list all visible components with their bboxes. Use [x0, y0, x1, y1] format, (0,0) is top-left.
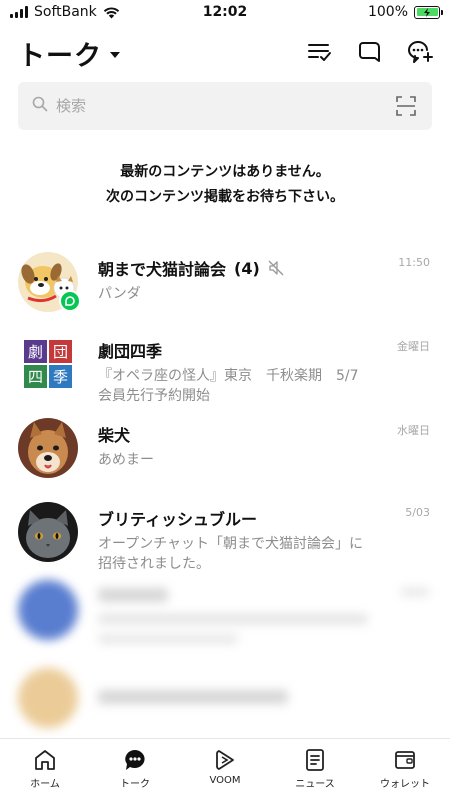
logo-char-1: 劇 [24, 340, 47, 363]
search-bar[interactable] [18, 82, 432, 130]
notice-line-1: 最新のコンテンツはありません。 [120, 164, 330, 180]
chat-title: 劇団四季 [98, 342, 163, 361]
shiba-photo-icon [18, 418, 78, 478]
tab-home[interactable]: ホーム [0, 739, 90, 800]
blurred-message-bar [98, 614, 368, 624]
cat-photo-icon [18, 502, 78, 562]
last-message: パンダ [98, 286, 141, 302]
chat-item[interactable]: ブリティッシュブルー オープンチャット「朝まで犬猫討論会」に 招待されました。 … [0, 502, 450, 592]
page-title: トーク [18, 41, 102, 72]
theater-logo: 劇 団 四 季 [24, 340, 72, 388]
header-actions [306, 38, 434, 66]
timestamp: 5/03 [405, 506, 430, 519]
charging-bolt-icon [424, 7, 430, 17]
tab-talk[interactable]: トーク [90, 739, 180, 800]
chat-item[interactable]: 柴犬 あめまー 水曜日 [0, 418, 450, 508]
chat-name: 柴犬 [98, 422, 130, 446]
last-message: あめまー [98, 452, 154, 468]
member-count: (4) [234, 258, 260, 278]
avatar [18, 502, 78, 562]
notice-line-2: 次のコンテンツ掲載をお待ち下さい。 [106, 189, 344, 205]
logo-char-4: 季 [49, 365, 72, 388]
new-chat-icon[interactable] [356, 38, 384, 66]
wallet-icon [395, 751, 415, 769]
logo-char-2: 団 [49, 340, 72, 363]
chat-item[interactable]: 朝まで犬猫討論会 (4) パンダ 11:50 [0, 252, 450, 342]
chat-title: 柴犬 [98, 426, 131, 445]
chat-item[interactable]: 劇 団 四 季 劇団四季 『オペラ座の怪人』東京 千秋楽期 5/7 会員先行予約… [0, 334, 450, 424]
mute-icon [268, 260, 284, 276]
qr-scan-icon[interactable] [396, 96, 416, 116]
battery-icon [414, 5, 443, 19]
news-icon [306, 749, 324, 771]
header: トーク [0, 28, 450, 74]
last-message: オープンチャット「朝まで犬猫討論会」に 招待されました。 [98, 536, 364, 572]
chat-name: 劇団四季 [98, 338, 162, 362]
status-right: 100% [367, 4, 443, 20]
blurred-time-bar [400, 588, 430, 596]
empty-content-notice: 最新のコンテンツはありません。 次のコンテンツ掲載をお待ち下さい。 [0, 160, 450, 210]
timestamp: 金曜日 [397, 340, 430, 353]
caret-down-icon [110, 52, 120, 58]
tab-label: ホーム [30, 779, 60, 790]
chat-title: 朝まで犬猫討論会 [98, 260, 227, 279]
tab-wallet[interactable]: ウォレット [360, 739, 450, 800]
battery-percent: 100% [367, 4, 408, 20]
search-input[interactable] [56, 92, 376, 120]
avatar: 劇 団 四 季 [18, 334, 78, 394]
tab-voom[interactable]: VOOM [180, 739, 270, 800]
title-dropdown[interactable]: トーク [18, 34, 120, 73]
openchat-badge-icon [59, 290, 81, 312]
tab-news[interactable]: ニュース [270, 739, 360, 800]
tab-label: VOOM [209, 775, 241, 786]
avatar [18, 580, 78, 640]
status-bar: SoftBank 12:02 100% [0, 0, 450, 26]
search-icon [32, 96, 48, 112]
tab-label: ニュース [295, 779, 335, 790]
blurred-name-bar [98, 588, 168, 602]
timestamp: 11:50 [398, 256, 430, 269]
home-icon [35, 750, 55, 770]
blurred-name-bar [98, 690, 288, 704]
last-message: 『オペラ座の怪人』東京 千秋楽期 5/7 会員先行予約開始 [98, 368, 359, 404]
logo-char-3: 四 [24, 365, 47, 388]
blurred-message-bar [98, 634, 238, 644]
avatar [18, 418, 78, 478]
tab-label: トーク [120, 779, 150, 790]
chat-title: ブリティッシュブルー [98, 510, 258, 529]
add-chat-icon[interactable] [406, 38, 434, 66]
chat-item-blurred[interactable] [0, 580, 450, 670]
filter-list-icon[interactable] [306, 38, 334, 66]
avatar [18, 668, 78, 728]
chat-name: ブリティッシュブルー [98, 506, 257, 530]
avatar [18, 252, 81, 312]
tab-label: ウォレット [380, 779, 430, 790]
timestamp: 水曜日 [397, 424, 430, 437]
chat-name: 朝まで犬猫討論会 (4) [98, 256, 284, 280]
tab-bar: ホーム トーク VOOM ニュース ウォレット [0, 738, 450, 800]
voom-icon [216, 750, 234, 770]
talk-icon [125, 750, 145, 770]
